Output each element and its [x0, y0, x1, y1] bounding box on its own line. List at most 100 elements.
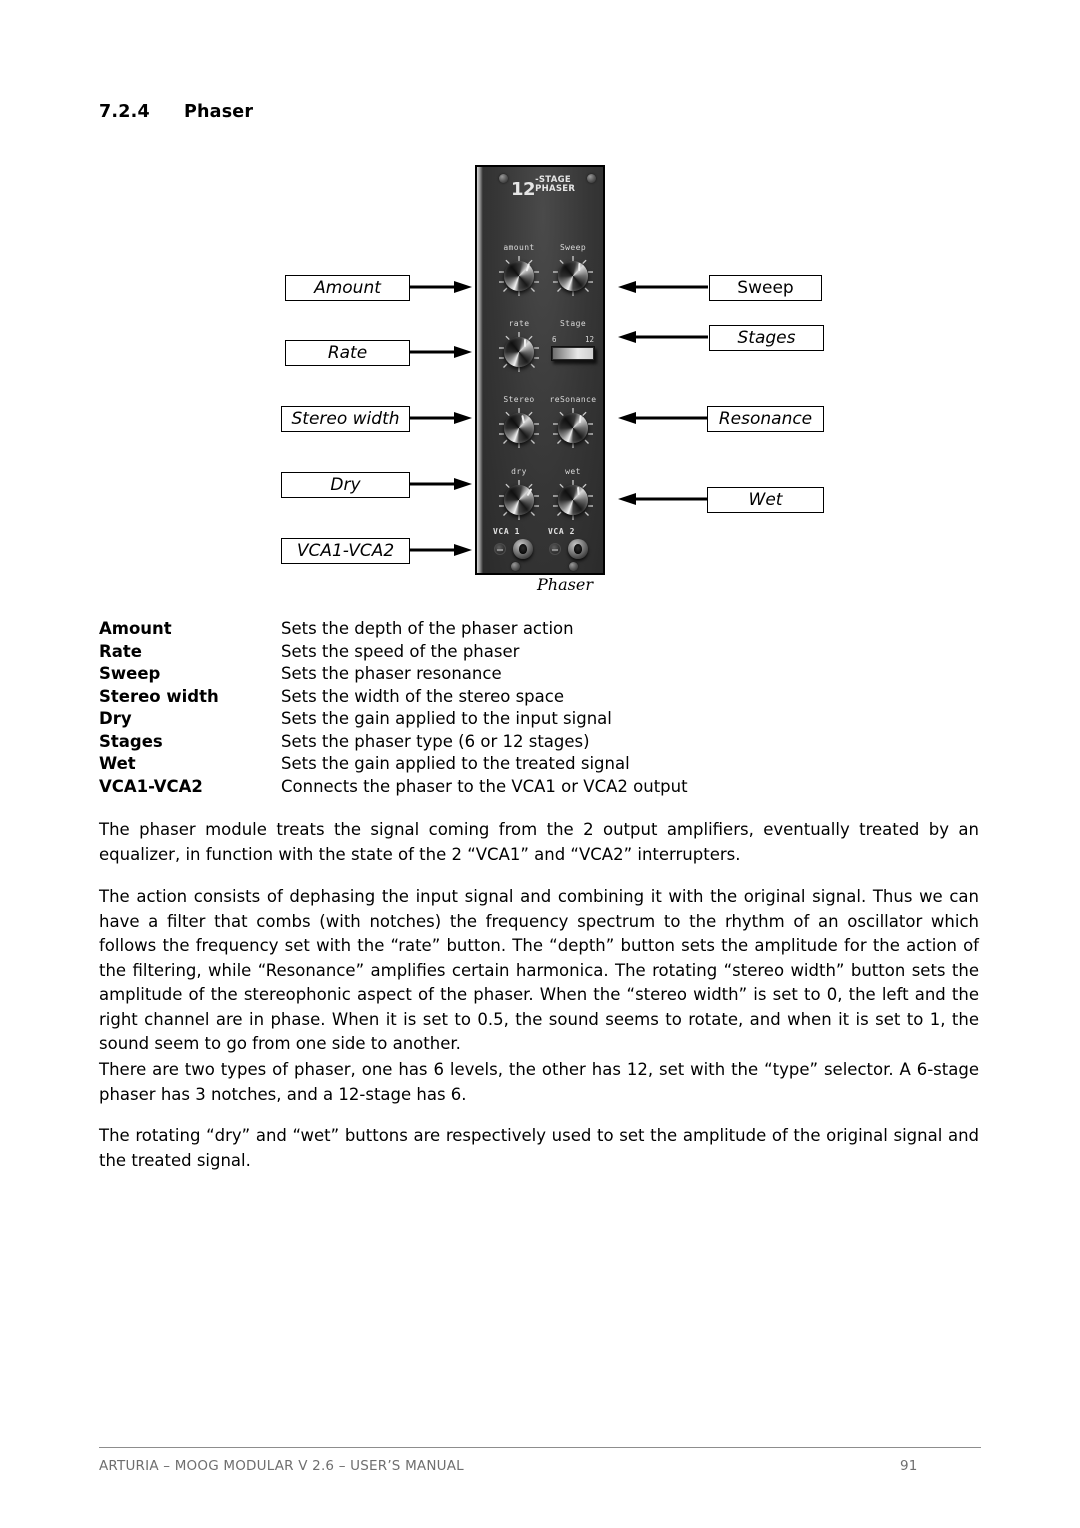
- stage-switch-value-6: 6: [552, 335, 557, 344]
- callout-dry: Dry: [281, 472, 410, 498]
- knob-pointer: [524, 339, 526, 347]
- definition-row: VCA1-VCA2 Connects the phaser to the VCA…: [99, 776, 959, 799]
- screw-icon: [511, 562, 520, 571]
- definition-row: Stages Sets the phaser type (6 or 12 sta…: [99, 731, 959, 754]
- knob-pointer: [577, 486, 580, 496]
- knob-cap: [504, 485, 534, 515]
- knob-pointer: [526, 488, 533, 497]
- knob-rate[interactable]: [498, 331, 540, 373]
- page-title: 7.2.4 Phaser: [99, 102, 253, 122]
- definition-row: Dry Sets the gain applied to the input s…: [99, 708, 959, 731]
- callout-stereo-width: Stereo width: [281, 406, 410, 432]
- figure-caption-text: Phaser: [537, 575, 593, 594]
- callout-label: Sweep: [737, 278, 794, 298]
- definition-description: Sets the gain applied to the treated sig…: [281, 754, 630, 773]
- arrow-vca1-vca2: [410, 544, 472, 556]
- stage-switch[interactable]: 6 12: [551, 335, 595, 365]
- definition-description: Sets the phaser resonance: [281, 664, 502, 683]
- knob-amount[interactable]: [498, 255, 540, 297]
- knob-cap: [504, 413, 534, 443]
- screw-icon: [499, 174, 508, 183]
- paragraph-text: There are two types of phaser, one has 6…: [99, 1060, 979, 1104]
- knob-wet[interactable]: [552, 479, 594, 521]
- screw-icon: [587, 174, 596, 183]
- knob-pointer: [578, 414, 582, 424]
- arrow-resonance: [618, 412, 708, 424]
- knob-sweep[interactable]: [552, 255, 594, 297]
- knob-cap: [558, 413, 588, 443]
- definition-description: Sets the depth of the phaser action: [281, 619, 574, 638]
- vca2-led-icon[interactable]: [549, 543, 561, 555]
- knob-stereo[interactable]: [498, 407, 540, 449]
- arrow-stereo-width: [410, 412, 472, 424]
- knob-pointer: [578, 262, 581, 272]
- callout-label: Rate: [327, 343, 368, 363]
- knob-label-amount: amount: [503, 243, 535, 252]
- definition-term: Sweep: [99, 664, 161, 683]
- phaser-figure: Amount Rate Stereo width Dry VCA1-VCA2 1…: [0, 150, 1080, 610]
- stage-switch-body[interactable]: [551, 346, 595, 361]
- callout-label: Stages: [737, 328, 796, 348]
- section-number: 7.2.4: [99, 102, 150, 122]
- definition-term: Rate: [99, 641, 142, 661]
- jack-label-vca2: VCA 2: [548, 527, 576, 536]
- callout-resonance: Resonance: [707, 406, 824, 432]
- knob-dry[interactable]: [498, 479, 540, 521]
- parameter-definition-list: Amount Sets the depth of the phaser acti…: [99, 618, 959, 798]
- figure-caption: Phaser: [0, 575, 1080, 594]
- definition-description: Sets the gain applied to the input signa…: [281, 709, 612, 728]
- knob-label-rate: rate: [508, 319, 530, 328]
- definition-description: Sets the width of the stereo space: [281, 686, 564, 706]
- knob-label-stereo: Stereo: [503, 395, 535, 404]
- callout-label: VCA1-VCA2: [296, 541, 395, 561]
- callout-rate: Rate: [285, 340, 410, 366]
- callout-label: Wet: [748, 490, 783, 510]
- definition-row: Rate Sets the speed of the phaser: [99, 641, 959, 664]
- definition-term: Amount: [99, 619, 172, 638]
- callout-label: Dry: [330, 475, 361, 495]
- knob-cap: [558, 261, 588, 291]
- definition-description: Sets the phaser type (6 or 12 stages): [281, 731, 590, 751]
- definition-row: Wet Sets the gain applied to the treated…: [99, 753, 959, 776]
- module-brand: 12-STAGE PHASER: [511, 176, 575, 199]
- callout-wet: Wet: [707, 487, 824, 513]
- callout-label: Resonance: [718, 409, 813, 429]
- vca2-jack[interactable]: [568, 539, 588, 559]
- body-paragraph-4: The rotating “dry” and “wet” buttons are…: [99, 1124, 979, 1173]
- stage-switch-value-12: 12: [584, 335, 594, 344]
- callout-sweep: Sweep: [709, 275, 822, 301]
- callout-vca1-vca2: VCA1-VCA2: [281, 538, 410, 564]
- vca1-jack[interactable]: [513, 539, 533, 559]
- knob-pointer: [525, 263, 530, 272]
- body-paragraph-3: There are two types of phaser, one has 6…: [99, 1058, 979, 1107]
- vca1-led-icon[interactable]: [494, 543, 506, 555]
- body-paragraph-2: The action consists of dephasing the inp…: [99, 885, 979, 1057]
- knob-label-stage: Stage: [559, 319, 587, 328]
- knob-cap: [558, 485, 588, 515]
- footer-page-number: 91: [900, 1458, 918, 1474]
- definition-term: VCA1-VCA2: [99, 776, 203, 796]
- callout-label: Amount: [314, 278, 381, 298]
- definition-term: Dry: [99, 709, 132, 728]
- arrow-dry: [410, 478, 472, 490]
- stage-switch-handle[interactable]: [553, 348, 593, 359]
- module-face: 12-STAGE PHASER amount Sweep rate Stage …: [483, 167, 603, 573]
- callout-stages: Stages: [709, 325, 824, 351]
- paragraph-text: The rotating “dry” and “wet” buttons are…: [99, 1126, 979, 1170]
- knob-label-sweep: Sweep: [559, 243, 587, 252]
- callout-label: Stereo width: [291, 409, 400, 429]
- definition-term: Stereo width: [99, 686, 219, 706]
- footer-divider: [99, 1447, 981, 1448]
- phaser-module-panel: 12-STAGE PHASER amount Sweep rate Stage …: [475, 165, 605, 575]
- definition-row: Stereo width Sets the width of the stere…: [99, 686, 959, 709]
- arrow-stages: [618, 331, 708, 343]
- paragraph-text: The action consists of dephasing the inp…: [99, 887, 979, 1053]
- section-title: Phaser: [184, 102, 254, 122]
- document-page: 7.2.4 Phaser Amount Rate Stereo width Dry: [0, 0, 1080, 1528]
- knob-pointer: [521, 415, 525, 424]
- screw-icon: [569, 562, 578, 571]
- knob-resonance[interactable]: [552, 407, 594, 449]
- arrow-wet: [618, 493, 708, 505]
- knob-cap: [504, 337, 534, 367]
- paragraph-text: The phaser module treats the signal comi…: [99, 820, 979, 864]
